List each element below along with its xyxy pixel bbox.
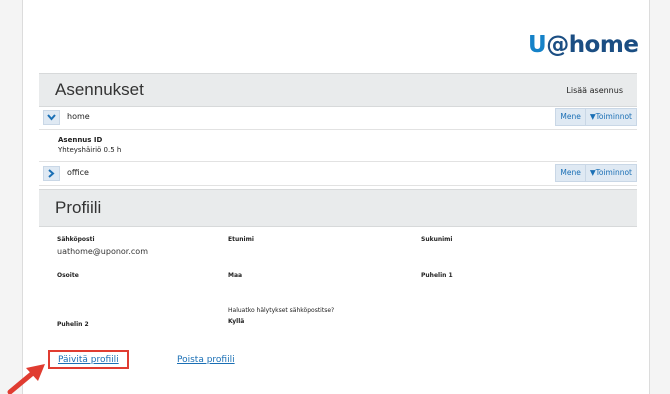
delete-profile-link[interactable]: Poista profiili [177, 355, 235, 365]
connection-status: Yhteyshäiriö 0.5 h [58, 146, 122, 154]
profile-title: Profiili [55, 198, 102, 217]
profile-header: Profiili [39, 189, 637, 227]
chevron-down-icon[interactable] [43, 110, 60, 125]
lastname-label: Sukunimi [421, 236, 453, 243]
row-actions: Mene ▼Toiminnot [555, 164, 637, 182]
firstname-label: Etunimi [228, 236, 254, 243]
alerts-value: Kyllä [228, 318, 245, 325]
installation-row-home: home Mene ▼Toiminnot [39, 106, 637, 130]
row-actions: Mene ▼Toiminnot [555, 108, 637, 126]
installations-header: Asennukset Lisää asennus [39, 73, 637, 107]
installation-id-label: Asennus ID [58, 136, 103, 144]
page: U@home Asennukset Lisää asennus home Men… [22, 0, 650, 394]
chevron-right-icon[interactable] [43, 166, 60, 181]
pointer-arrow-icon [7, 364, 45, 394]
installation-name: office [67, 168, 89, 177]
installations-title: Asennukset [55, 80, 144, 99]
installation-name: home [67, 112, 90, 121]
email-value: uathome@uponor.com [57, 247, 148, 256]
actions-dropdown[interactable]: ▼Toiminnot [585, 108, 637, 126]
address-label: Osoite [57, 272, 79, 279]
uathome-logo: U@home [528, 32, 639, 58]
add-installation-link[interactable]: Lisää asennus [566, 86, 623, 95]
installation-row-office: office Mene ▼Toiminnot [39, 161, 637, 186]
go-button[interactable]: Mene [555, 108, 586, 126]
highlight-box [48, 350, 129, 369]
phone2-label: Puhelin 2 [57, 321, 89, 328]
country-label: Maa [228, 272, 243, 279]
alerts-label: Haluatko hälytykset sähköpostitse? [228, 307, 335, 314]
phone1-label: Puhelin 1 [421, 272, 453, 279]
go-button[interactable]: Mene [555, 164, 586, 182]
email-label: Sähköposti [57, 236, 95, 243]
actions-dropdown[interactable]: ▼Toiminnot [585, 164, 637, 182]
